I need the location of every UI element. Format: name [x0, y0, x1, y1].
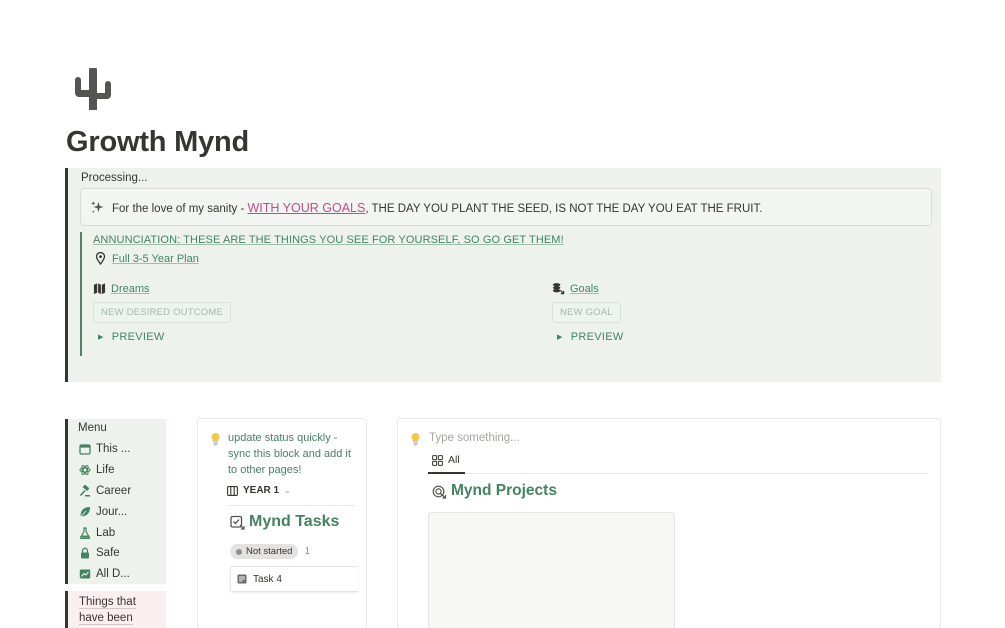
- menu-item-label: Safe: [96, 547, 120, 560]
- annunciation-link[interactable]: ANNUNCIATION: THESE ARE THE THINGS YOU S…: [93, 234, 564, 246]
- menu-item-lab[interactable]: Lab: [79, 522, 131, 543]
- goals-title: Goals: [570, 282, 599, 295]
- lock-icon: [81, 548, 89, 559]
- page-icon: [237, 574, 247, 584]
- tab-divider: [428, 473, 928, 474]
- menu-item-life[interactable]: Life: [79, 460, 131, 481]
- menu-callout: Menu This ... Life Career Jour... Lab Sa…: [65, 419, 166, 584]
- toggle-triangle-icon: ▶: [557, 334, 563, 341]
- map-pin-icon: [95, 252, 106, 265]
- chevron-down-icon: ⌄: [284, 486, 291, 495]
- cactus-icon[interactable]: [72, 66, 114, 112]
- menu-item-journal[interactable]: Jour...: [79, 501, 131, 522]
- status-count: 1: [304, 546, 311, 557]
- atom-icon: [79, 465, 91, 476]
- preview-label: PREVIEW: [111, 331, 165, 343]
- vision-quote-block: ANNUNCIATION: THESE ARE THE THINGS YOU S…: [80, 232, 930, 356]
- lightbulb-icon: [411, 433, 420, 446]
- target-arrow-icon: [432, 485, 447, 499]
- tab-all[interactable]: All: [432, 454, 460, 466]
- quote-suffix: , THE DAY YOU PLANT THE SEED, IS NOT THE…: [365, 203, 763, 215]
- things-callout: Things that have been: [65, 591, 166, 628]
- year-plan-label: Full 3-5 Year Plan: [112, 252, 199, 265]
- status-label: Not started: [246, 546, 293, 557]
- processing-text: Processing...: [81, 172, 148, 184]
- status-hint-text: update status quickly - sync this block …: [228, 432, 351, 476]
- goals-link[interactable]: WITH YOUR GOALS: [248, 201, 366, 215]
- db-title-label: Mynd Projects: [451, 482, 557, 499]
- board-icon: [227, 485, 238, 496]
- menu-item-label: Life: [96, 464, 115, 477]
- grid-icon: [432, 454, 443, 466]
- status-group-header: Not started 1: [230, 544, 310, 559]
- menu-item-label: Jour...: [96, 505, 128, 518]
- menu-item-label: Lab: [96, 526, 116, 539]
- menu-item-label: This ...: [96, 443, 131, 456]
- checklist-arrow-icon: [230, 515, 245, 530]
- chart-icon: [79, 569, 91, 579]
- new-goal-button[interactable]: NEW GOAL: [552, 302, 621, 323]
- tab-active-indicator: [428, 472, 465, 474]
- toggle-triangle-icon: ▶: [98, 334, 104, 341]
- mynd-projects-title[interactable]: Mynd Projects: [432, 482, 557, 500]
- dreams-link[interactable]: Dreams: [93, 282, 231, 295]
- sparkles-icon: [90, 200, 104, 214]
- menu-list: This ... Life Career Jour... Lab Safe Al…: [79, 439, 131, 585]
- goals-callout: Processing... For the love of my sanity …: [65, 168, 941, 382]
- goals-column: Goals NEW GOAL ▶ PREVIEW: [552, 282, 624, 343]
- dreams-column: Dreams NEW DESIRED OUTCOME ▶ PREVIEW: [93, 282, 232, 343]
- type-something-input[interactable]: Type something...: [429, 432, 520, 444]
- quote-prefix: For the love of my sanity -: [112, 203, 248, 215]
- menu-item-label: All D...: [96, 568, 130, 581]
- status-dot: [236, 548, 242, 555]
- mynd-tasks-title[interactable]: Mynd Tasks: [230, 513, 339, 531]
- menu-item-all-dashboards[interactable]: All D...: [79, 564, 131, 585]
- year-plan-link[interactable]: Full 3-5 Year Plan: [95, 252, 199, 265]
- dreams-preview-toggle[interactable]: ▶ PREVIEW: [93, 331, 231, 343]
- coins-icon: [552, 283, 565, 295]
- projects-synced-block: Type something... All Mynd Projects: [397, 418, 941, 628]
- tab-all-label: All: [448, 454, 460, 466]
- page-title[interactable]: Growth Mynd: [66, 126, 249, 159]
- quote-callout: For the love of my sanity - WITH YOUR GO…: [80, 188, 932, 226]
- status-badge: Not started: [230, 544, 299, 559]
- goals-preview-toggle[interactable]: ▶ PREVIEW: [552, 331, 624, 343]
- goals-link[interactable]: Goals: [552, 282, 624, 295]
- menu-item-label: Career: [96, 484, 132, 497]
- calendar-icon: [79, 444, 91, 456]
- view-label: YEAR 1: [243, 485, 280, 496]
- menu-title: Menu: [78, 422, 107, 434]
- preview-label: PREVIEW: [570, 331, 624, 343]
- things-line-2: have been: [79, 612, 133, 625]
- flask-icon: [79, 526, 91, 539]
- things-link[interactable]: Things that have been: [79, 594, 136, 626]
- quote-text: For the love of my sanity - WITH YOUR GO…: [112, 201, 762, 215]
- gallery-card[interactable]: [428, 512, 675, 628]
- task-card[interactable]: Task 4: [230, 566, 358, 592]
- db-title-label: Mynd Tasks: [249, 513, 340, 530]
- task-label: Task 4: [253, 573, 282, 585]
- menu-item-safe[interactable]: Safe: [79, 543, 131, 564]
- menu-item-career[interactable]: Career: [79, 481, 131, 502]
- year1-view-dropdown[interactable]: YEAR 1 ⌄: [227, 485, 291, 496]
- divider: [227, 505, 355, 506]
- new-desired-outcome-button[interactable]: NEW DESIRED OUTCOME: [93, 302, 232, 323]
- map-icon: [93, 283, 106, 295]
- menu-item-this[interactable]: This ...: [79, 439, 131, 460]
- lightbulb-icon: [211, 433, 220, 446]
- tasks-synced-block: update status quickly - sync this block …: [197, 418, 367, 628]
- gavel-icon: [79, 484, 90, 497]
- things-line-1: Things that: [79, 596, 136, 609]
- leaf-icon: [79, 506, 90, 518]
- dreams-title: Dreams: [111, 282, 150, 295]
